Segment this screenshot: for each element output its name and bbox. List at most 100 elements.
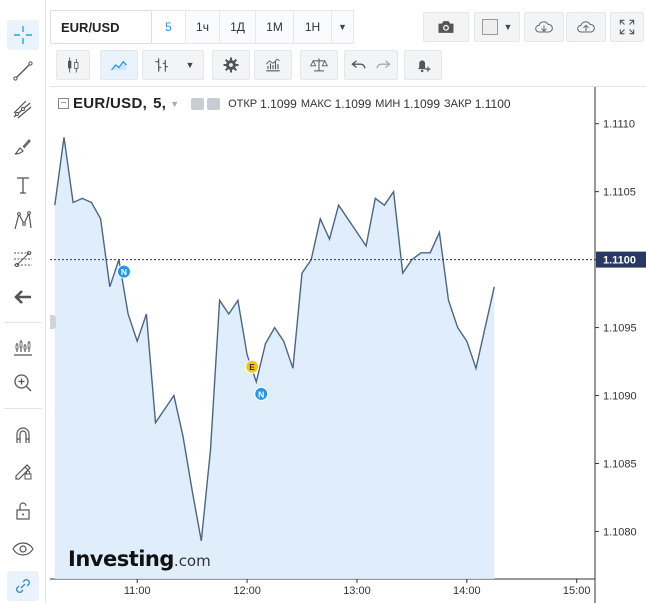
load-chart-button[interactable]: [524, 12, 564, 42]
visibility-icon[interactable]: [191, 97, 205, 110]
interval-label: 5: [165, 20, 172, 34]
interval-5-button[interactable]: 5: [152, 10, 186, 44]
cloud-download-icon: [535, 21, 553, 33]
eye-icon: [12, 542, 34, 556]
chart-legend: − EUR/USD, 5, ▼ ОТКР 1.1099 МАКС 1.1099 …: [58, 95, 511, 112]
fullscreen-button[interactable]: [610, 12, 644, 42]
interval-dropdown-button[interactable]: ▼: [332, 10, 354, 44]
time-tick-label: 12:00: [233, 585, 261, 597]
current-price-label: 1.1100: [603, 255, 636, 267]
interval-label: 1ч: [196, 20, 209, 34]
bell-plus-icon: [418, 60, 431, 73]
event-marker[interactable]: N: [254, 386, 269, 401]
time-tick-label: 15:00: [563, 585, 591, 597]
indicators-icon: [14, 340, 32, 356]
bars-style-button[interactable]: [56, 50, 90, 80]
link-icon: [16, 579, 30, 593]
logo-domain: .com: [173, 552, 211, 570]
gear-icon: [223, 57, 239, 73]
event-marker[interactable]: E: [245, 359, 260, 374]
compare-button[interactable]: [300, 50, 338, 80]
interval-1w-button[interactable]: 1Н: [294, 10, 332, 44]
price-tick-label: 1.1095: [603, 323, 637, 335]
trend-line-icon: [13, 61, 33, 81]
investing-logo: Investing.com: [68, 547, 211, 571]
open-value: 1.1099: [260, 96, 297, 111]
fib-levels-icon: [14, 251, 32, 267]
toolbar-collapse-handle[interactable]: [50, 315, 56, 329]
chart-style-dropdown[interactable]: ▼: [474, 12, 520, 42]
low-value: 1.1099: [403, 96, 441, 111]
interval-label: 1Н: [304, 20, 321, 34]
pattern-tool-button[interactable]: [7, 206, 39, 236]
indicators-tool-button[interactable]: [7, 332, 39, 362]
price-tick-label: 1.1085: [603, 458, 637, 470]
text-tool-button[interactable]: [7, 170, 39, 200]
interval-1d-button[interactable]: 1Д: [220, 10, 256, 44]
indicators-button[interactable]: [254, 50, 292, 80]
brush-tool-button[interactable]: [7, 132, 39, 162]
top-toolbar: EUR/USD 5 1ч 1Д 1М 1Н ▼ ▼ ▼: [50, 10, 646, 82]
text-icon: [17, 177, 29, 194]
interval-1h-button[interactable]: 1ч: [186, 10, 220, 44]
event-marker[interactable]: N: [116, 264, 131, 279]
magnet-tool-button[interactable]: [7, 420, 39, 450]
zoom-in-tool-button[interactable]: [7, 368, 39, 398]
stay-in-drawing-mode-button[interactable]: [7, 456, 39, 486]
unlock-icon: [16, 502, 30, 520]
trend-line-tool-button[interactable]: [7, 56, 39, 86]
magnet-icon: [16, 427, 30, 443]
indicator-chart-icon: [266, 58, 280, 72]
chart-type-dropdown[interactable]: ▼: [142, 50, 204, 80]
create-alert-button[interactable]: [404, 50, 442, 80]
price-chart[interactable]: 1.1110 1.1105 1.1100 1.1095 1.1090 1.1085 1.10…: [50, 87, 646, 603]
price-tick-label: 1.1110: [603, 119, 635, 131]
undo-button[interactable]: [349, 55, 369, 75]
event-marker-label: N: [121, 267, 127, 277]
price-tick-label: 1.1090: [603, 391, 637, 403]
time-tick-label: 13:00: [343, 585, 371, 597]
interval-1m-button[interactable]: 1М: [256, 10, 294, 44]
undo-redo-group: [344, 50, 398, 80]
time-tick-label: 11:00: [124, 585, 151, 597]
collapse-legend-icon[interactable]: −: [58, 98, 69, 109]
crosshair-tool-button[interactable]: [7, 20, 39, 50]
chevron-down-icon: ▼: [185, 60, 195, 70]
open-label: ОТКР: [228, 97, 258, 110]
lock-drawings-button[interactable]: [7, 496, 39, 526]
save-chart-button[interactable]: [566, 12, 606, 42]
fib-levels-tool-button[interactable]: [7, 244, 39, 274]
pitchfork-tool-button[interactable]: [7, 94, 39, 124]
chevron-down-icon: ▼: [338, 22, 347, 32]
close-value: 1.1100: [474, 96, 511, 111]
logo-brand: Investing: [68, 547, 174, 571]
pitchfork-icon: [13, 100, 32, 119]
chart-pane[interactable]: 1.1110 1.1105 1.1100 1.1095 1.1090 1.1085 1.10…: [50, 86, 646, 603]
chart-properties-button[interactable]: [212, 50, 250, 80]
low-label: МИН: [375, 97, 401, 110]
remove-drawings-button[interactable]: [7, 282, 39, 312]
event-marker-label: E: [249, 362, 255, 372]
interval-label: 1М: [266, 20, 283, 34]
sync-drawings-button[interactable]: [7, 571, 39, 601]
chevron-down-icon: ▼: [503, 22, 513, 32]
toolbar-divider: [4, 408, 42, 409]
event-marker-label: N: [258, 389, 264, 399]
symbol-search-input[interactable]: EUR/USD: [50, 10, 152, 44]
legend-symbol: EUR/USD,: [73, 95, 148, 112]
scales-icon: [309, 58, 329, 72]
price-area-fill: [54, 137, 495, 580]
high-value: 1.1099: [334, 96, 372, 111]
lock-drawing-icon: [15, 464, 32, 480]
redo-button[interactable]: [373, 55, 393, 75]
drawing-toolbar: [0, 0, 46, 603]
interval-label: 1Д: [230, 20, 245, 34]
hide-drawings-button[interactable]: [7, 534, 39, 564]
settings-icon[interactable]: [207, 97, 221, 110]
legend-dropdown-icon[interactable]: ▼: [170, 99, 179, 109]
high-label: МАКС: [300, 97, 332, 110]
color-swatch-icon: [481, 19, 498, 35]
screenshot-button[interactable]: [423, 12, 469, 42]
area-style-button[interactable]: [100, 50, 138, 80]
time-tick-label: 14:00: [453, 585, 481, 597]
